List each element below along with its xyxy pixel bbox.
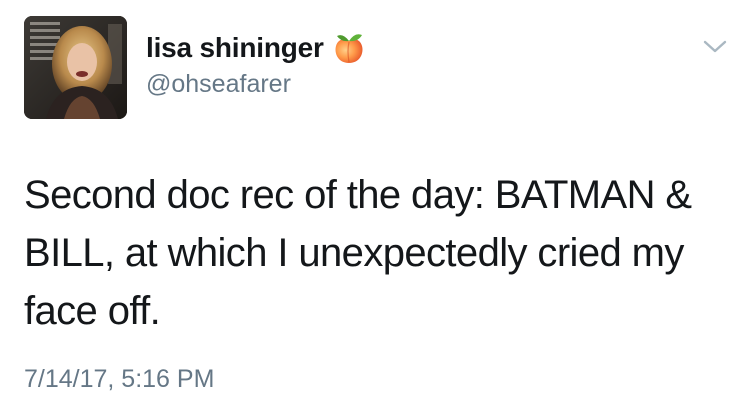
chevron-down-icon[interactable] <box>702 38 728 56</box>
tweet-card: lisa shininger @ohseafarer Second doc re… <box>0 0 750 417</box>
display-name[interactable]: lisa shininger <box>146 32 324 64</box>
tweet-timestamp[interactable]: 7/14/17, 5:16 PM <box>24 365 214 394</box>
avatar[interactable] <box>24 16 127 119</box>
user-header[interactable]: lisa shininger @ohseafarer <box>146 30 366 99</box>
user-handle[interactable]: @ohseafarer <box>146 70 366 99</box>
display-name-row: lisa shininger <box>146 30 366 66</box>
tweet-text: Second doc rec of the day: BATMAN & BILL… <box>24 173 692 333</box>
peach-emoji-icon <box>332 31 366 65</box>
avatar-photo <box>24 16 127 119</box>
